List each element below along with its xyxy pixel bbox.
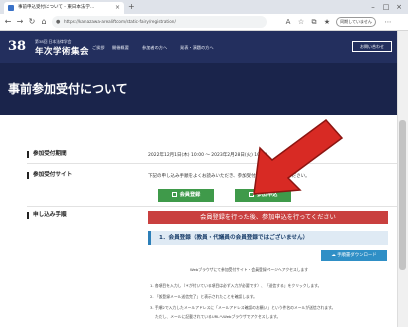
procedure-note: 3. 手順2で入力したメールアドレスに「メールアドレス確認のお願い」という件名の… (150, 305, 336, 310)
manual-download-label: 手順書ダウンロード (337, 253, 377, 258)
procedure-note: ただし、メールに記載されているURLへWebブラウザでアクセスします。 (150, 314, 281, 319)
more-menu-icon[interactable]: ⋯ (383, 17, 393, 27)
url-text: https://kanazawa-arealiftcom/static-fair… (64, 19, 176, 24)
browser-tab[interactable]: 事前申込受付について - 東日本法学… × (4, 2, 124, 14)
profile-sync-button[interactable]: 同期していません (336, 17, 376, 27)
step1-heading: 1．会員登録（教員・代議員の会員登録ではございません） (148, 231, 388, 245)
scrollbar-thumb[interactable] (399, 120, 406, 270)
favorite-star-icon[interactable]: ☆ (296, 17, 306, 27)
close-window-icon[interactable]: × (394, 1, 404, 13)
annotation-arrow (253, 118, 344, 195)
address-bar[interactable]: ● https://kanazawa-arealiftcom/static-fa… (52, 16, 267, 28)
page-title: 事前参加受付について (8, 82, 128, 96)
favorites-bar-icon[interactable]: ★ (322, 17, 332, 27)
procedure-banner: 会員登録を行った後、参加申込を行ってください (148, 211, 388, 224)
nav-item-greeting[interactable]: ご挨拶 (92, 45, 105, 51)
logo-number[interactable]: 38 (8, 39, 26, 54)
nav-item-presenters[interactable]: 発表・演題の方へ (180, 45, 214, 51)
forward-icon[interactable]: → (15, 17, 25, 27)
register-button[interactable]: 会員登録 (158, 189, 214, 202)
nav-item-participants[interactable]: 参加者の方へ (142, 45, 167, 51)
annotation-arrow-shape (253, 118, 344, 195)
register-icon (171, 191, 177, 197)
favicon-icon (8, 5, 14, 11)
procedure-intro: Webブラウザにて参加受付サイト・会員登録ページへアクセスします (190, 267, 309, 272)
maximize-icon[interactable]: □ (381, 1, 391, 13)
collections-icon[interactable]: ⧉ (309, 17, 319, 27)
nav-item-overview[interactable]: 開催概要 (112, 45, 129, 51)
tab-title: 事前申込受付について - 東日本法学… (18, 5, 95, 10)
register-button-label: 会員登録 (179, 192, 201, 198)
browser-window: 事前申込受付について - 東日本法学… × + – □ × ← → ↻ ⌂ ● … (0, 0, 408, 327)
procedure-note: 1. 各項目を入力し（＊が付いている項目は必ず入力が必要です）、「送信する」をク… (150, 283, 322, 288)
minimize-icon[interactable]: – (368, 1, 378, 13)
manual-download-button[interactable]: ☁ 手順書ダウンロード (321, 250, 387, 261)
home-icon[interactable]: ⌂ (39, 17, 49, 27)
site-label: 参加受付サイト (27, 172, 72, 179)
new-tab-button[interactable]: + (128, 2, 135, 12)
read-aloud-icon[interactable]: A (283, 17, 293, 27)
tab-close-icon[interactable]: × (115, 2, 120, 14)
lock-icon: ● (56, 19, 61, 25)
procedure-label: 申し込み手順 (27, 212, 67, 219)
logo-title[interactable]: 年次学術集会 (35, 45, 89, 57)
reload-icon[interactable]: ↻ (27, 17, 37, 27)
procedure-note: 2. 「仮登録メール送信完了」と表示されたことを確認します。 (150, 294, 257, 299)
period-label: 参加受付期間 (27, 151, 67, 158)
back-icon[interactable]: ← (3, 17, 13, 27)
contact-button[interactable]: お問い合わせ (352, 41, 392, 52)
